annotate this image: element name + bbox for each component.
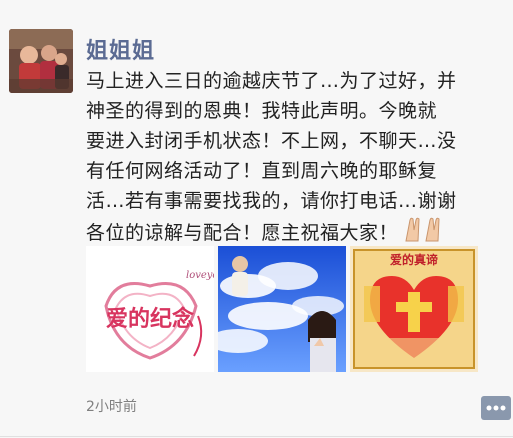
- divider: [0, 436, 513, 437]
- love-truth-caption: 爱的真谛: [390, 252, 438, 267]
- love-memorial-caption: 爱的纪念: [106, 306, 194, 332]
- more-dots-icon: [486, 405, 506, 411]
- post-text-line: 神圣的得到的恩典！我特此声明。今晚就: [86, 100, 438, 122]
- post-text-line: 活…若有事需要找我的，请你打电话…谢谢: [86, 190, 457, 212]
- post-text-line: 要进入封闭手机状态！不上网，不聊天…没: [86, 130, 457, 152]
- post-text-line: 马上进入三日的逾越庆节了…为了过好，并: [86, 70, 457, 92]
- love-memorial-image[interactable]: loveyo 爱的纪念: [86, 246, 214, 372]
- love-truth-image[interactable]: 爱的真谛: [350, 246, 478, 372]
- username[interactable]: 姐姐姐: [86, 33, 155, 65]
- jesus-clouds-image[interactable]: [218, 246, 346, 372]
- post-text-line: 有任何网络活动了！直到周六晚的耶稣复: [86, 160, 438, 182]
- post-text-line: 各位的谅解与配合！愿主祝福大家！: [86, 222, 399, 244]
- moments-post: 姐姐姐 马上进入三日的逾越庆节了…为了过好，并 神圣的得到的恩典！我特此声明。今…: [0, 0, 513, 438]
- svg-text:loveyo: loveyo: [186, 270, 214, 281]
- post-timestamp: 2小时前: [86, 399, 137, 415]
- avatar[interactable]: [9, 29, 73, 93]
- image-grid: loveyo 爱的纪念: [86, 246, 478, 372]
- post-text: 马上进入三日的逾越庆节了…为了过好，并 神圣的得到的恩典！我特此声明。今晚就 要…: [86, 66, 510, 251]
- comment-button[interactable]: [481, 396, 511, 420]
